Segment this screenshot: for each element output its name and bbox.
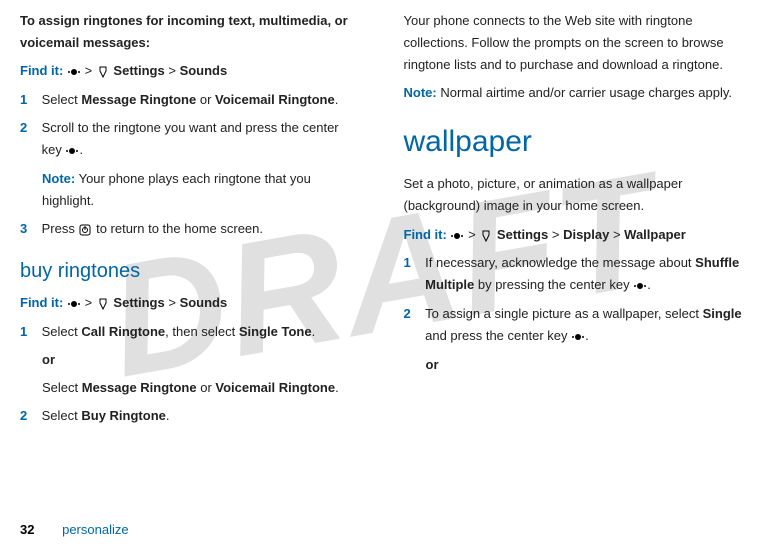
wallpaper-intro: Set a photo, picture, or animation as a … <box>404 173 748 217</box>
t: Call Ringtone <box>81 324 165 339</box>
gt: > <box>168 63 176 78</box>
t: Select <box>42 380 82 395</box>
findit-label: Find it: <box>20 63 63 78</box>
page-number: 32 <box>20 522 34 537</box>
t: or <box>197 380 216 395</box>
center-key-icon <box>67 293 81 315</box>
page-content: To assign ringtones for incoming text, m… <box>0 0 767 500</box>
step-num: 3 <box>20 218 38 240</box>
buy-ringtones-heading: buy ringtones <box>20 254 364 288</box>
note-label: Note: <box>404 85 437 100</box>
step-3: 3 Press to return to the home screen. <box>20 218 364 241</box>
t: To assign a single picture as a wallpape… <box>425 306 703 321</box>
t: Scroll to the ringtone you want and pres… <box>42 120 339 157</box>
t: . <box>166 408 170 423</box>
t: or <box>196 92 215 107</box>
t: Press <box>42 221 79 236</box>
t: Buy Ringtone <box>81 408 166 423</box>
gt: > <box>468 227 476 242</box>
t: . <box>335 380 339 395</box>
t: by pressing the center key <box>474 277 633 292</box>
t: to return to the home screen. <box>92 221 263 236</box>
findit-line-2: Find it: > Settings > Sounds <box>20 292 364 315</box>
step-num: 1 <box>404 252 422 274</box>
t: and press the center key <box>425 328 571 343</box>
step-1: 1 Select Message Ringtone or Voicemail R… <box>20 89 364 111</box>
path-sounds: Sounds <box>180 295 228 310</box>
t: Single Tone <box>239 324 312 339</box>
footer-section-label: personalize <box>62 522 129 537</box>
center-key-icon <box>450 224 464 246</box>
step-num: 1 <box>20 89 38 111</box>
path-settings: Settings <box>113 295 164 310</box>
note-text: Your phone plays each ringtone that you … <box>42 171 311 208</box>
wall-step-2: 2 To assign a single picture as a wallpa… <box>404 303 748 348</box>
t: Voicemail Ringtone <box>215 92 335 107</box>
t: . <box>585 328 589 343</box>
t: Message Ringtone <box>81 92 196 107</box>
t: . <box>312 324 316 339</box>
buy-step-1b: Select Message Ringtone or Voicemail Rin… <box>42 377 364 399</box>
step-2: 2 Scroll to the ringtone you want and pr… <box>20 117 364 162</box>
center-key-icon <box>65 140 79 162</box>
t: , then select <box>165 324 239 339</box>
path-wallpaper: Wallpaper <box>624 227 686 242</box>
gt: > <box>85 63 93 78</box>
note-text: Normal airtime and/or carrier usage char… <box>437 85 732 100</box>
gt: > <box>613 227 621 242</box>
buy-step-1: 1 Select Call Ringtone, then select Sing… <box>20 321 364 343</box>
t: If necessary, acknowledge the message ab… <box>425 255 695 270</box>
findit-label: Find it: <box>404 227 447 242</box>
t: . <box>335 92 339 107</box>
findit-line-3: Find it: > Settings > Display > Wallpape… <box>404 224 748 247</box>
right-column: Your phone connects to the Web site with… <box>404 10 748 500</box>
step-num: 2 <box>404 303 422 325</box>
gt: > <box>168 295 176 310</box>
note-1: Note: Your phone plays each ringtone tha… <box>42 168 364 212</box>
t: Voicemail Ringtone <box>215 380 335 395</box>
step-num: 2 <box>20 117 38 139</box>
center-key-icon <box>571 325 585 347</box>
path-display: Display <box>563 227 609 242</box>
path-settings: Settings <box>113 63 164 78</box>
findit-label: Find it: <box>20 295 63 310</box>
or-text: or <box>426 354 748 376</box>
or-text: or <box>42 349 364 371</box>
settings-icon <box>96 293 110 315</box>
t: Select <box>42 92 82 107</box>
t: Select <box>42 408 82 423</box>
path-settings: Settings <box>497 227 548 242</box>
path-sounds: Sounds <box>180 63 228 78</box>
buy-step-2: 2 Select Buy Ringtone. <box>20 405 364 427</box>
t: . <box>79 142 83 157</box>
t: . <box>647 277 651 292</box>
note-label: Note: <box>42 171 75 186</box>
end-key-icon <box>78 218 92 240</box>
findit-line-1: Find it: > Settings > Sounds <box>20 60 364 83</box>
settings-icon <box>96 61 110 83</box>
step-num: 1 <box>20 321 38 343</box>
gt: > <box>552 227 560 242</box>
assign-heading: To assign ringtones for incoming text, m… <box>20 10 364 54</box>
wallpaper-heading: wallpaper <box>404 116 748 167</box>
t: Message Ringtone <box>82 380 197 395</box>
t: Select <box>42 324 82 339</box>
page-footer: 32 personalize <box>20 522 129 537</box>
center-key-icon <box>633 275 647 297</box>
step-num: 2 <box>20 405 38 427</box>
settings-icon <box>479 224 493 246</box>
note-2: Note: Normal airtime and/or carrier usag… <box>404 82 748 104</box>
wall-step-1: 1 If necessary, acknowledge the message … <box>404 252 748 297</box>
web-paragraph: Your phone connects to the Web site with… <box>404 10 748 76</box>
t: Single <box>703 306 742 321</box>
gt: > <box>85 295 93 310</box>
left-column: To assign ringtones for incoming text, m… <box>20 10 364 500</box>
center-key-icon <box>67 61 81 83</box>
